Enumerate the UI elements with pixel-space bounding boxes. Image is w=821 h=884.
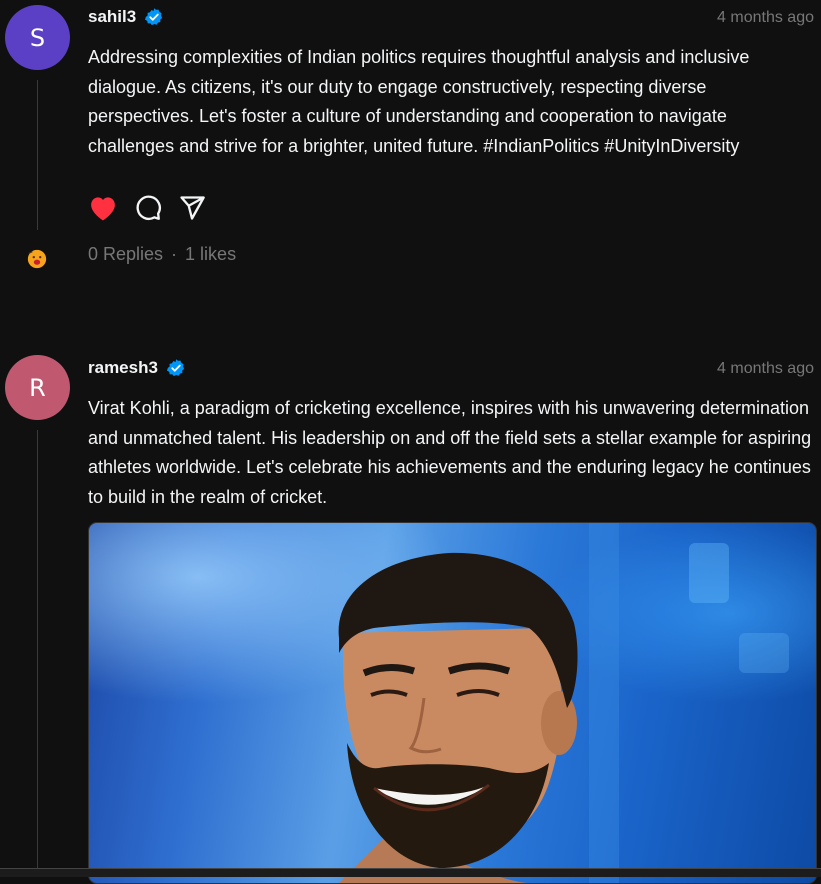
avatar[interactable]: S [5,5,70,70]
avatar-letter: S [29,23,46,52]
username[interactable]: ramesh3 [88,358,158,378]
avatar[interactable]: R [5,355,70,420]
username[interactable]: sahil3 [88,7,136,27]
comment-icon[interactable] [134,194,162,227]
thread-line [37,80,38,230]
post-image[interactable] [88,522,817,884]
post-text: Addressing complexities of Indian politi… [88,47,750,156]
heart-icon[interactable] [88,194,118,227]
post-header: ramesh3 [88,358,186,378]
verified-badge-icon [145,8,163,26]
stats-separator: · [171,244,178,264]
verified-badge-icon [166,359,185,377]
likes-count[interactable]: 1 likes [185,244,236,265]
timestamp: 4 months ago [717,360,814,377]
post-text: Virat Kohli, a paradigm of cricketing ex… [88,398,812,507]
share-icon[interactable] [178,194,206,227]
post-stats: 0 Replies · 1 likes [88,244,236,265]
action-bar [88,194,206,227]
thread-line [37,430,38,870]
portrait-photo [89,523,816,883]
timestamp: 4 months ago [717,9,814,26]
post-header: sahil3 [88,7,164,27]
emoji-face-icon [27,249,47,269]
avatar-letter: R [29,373,46,402]
replies-count[interactable]: 0 Replies [88,244,163,265]
